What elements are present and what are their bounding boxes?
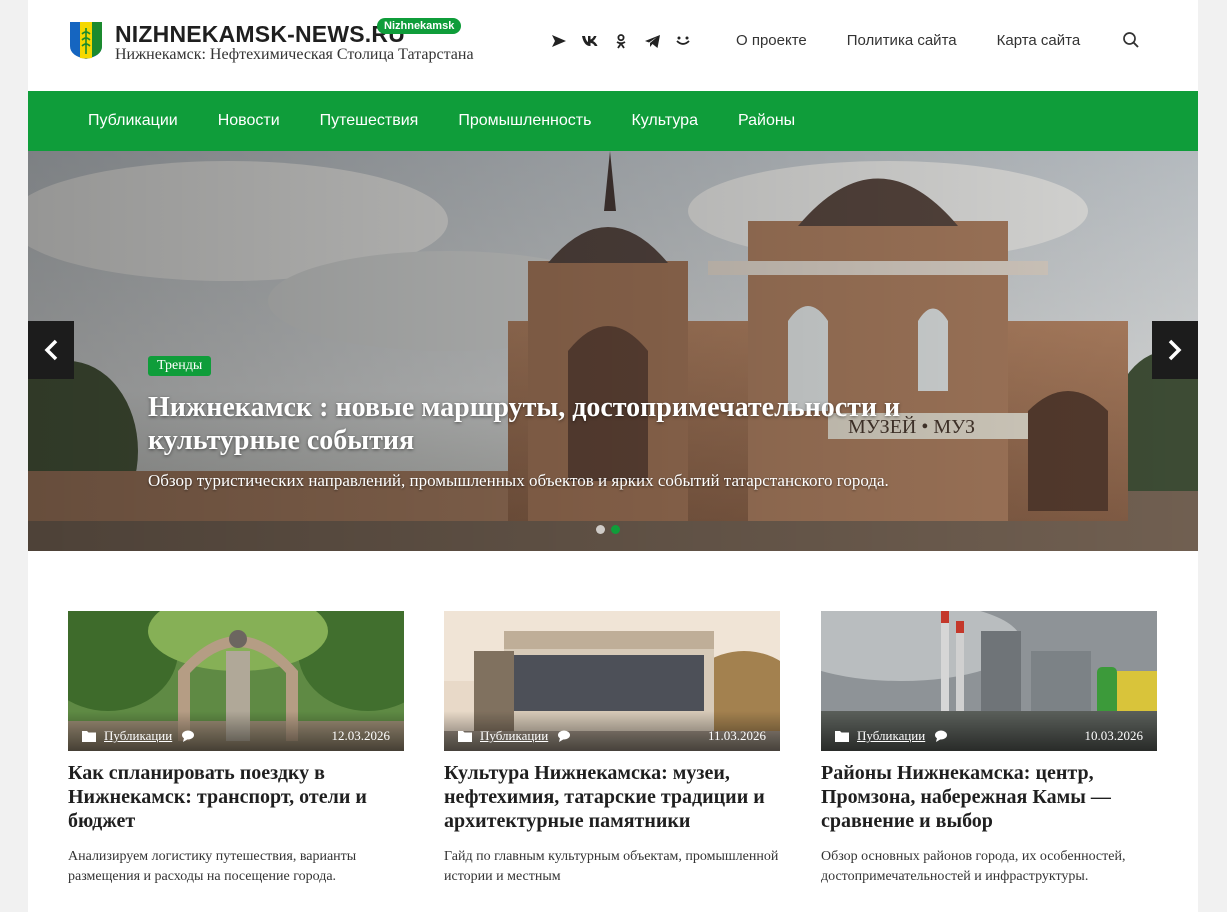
mainnav-travel[interactable]: Путешествия [320,111,419,131]
hero-category-tag[interactable]: Тренды [148,356,212,376]
hero-title[interactable]: Нижнекамск : новые маршруты, достопримеч… [148,391,1028,457]
card-title[interactable]: Районы Нижнекамска: центр, Промзона, наб… [821,761,1157,833]
mainnav-publications[interactable]: Публикации [88,111,178,131]
article-card[interactable]: Публикации 11.03.2026 Культура Нижнекамс… [444,611,780,887]
card-excerpt: Гайд по главным культурным объектам, про… [444,849,779,884]
card-image[interactable]: Публикации 12.03.2026 [68,611,404,751]
card-excerpt: Обзор основных районов города, их особен… [821,849,1126,884]
telegram-icon[interactable] [643,32,661,50]
site-name[interactable]: NIZHNEKAMSK-NEWS.RU [115,20,405,48]
slider-next-button[interactable] [1152,321,1198,379]
top-navigation: О проекте Политика сайта Карта сайта [736,31,1120,51]
card-meta: Публикации 12.03.2026 [68,711,404,751]
folder-icon [458,731,472,742]
hero-subtitle: Обзор туристических направлений, промышл… [148,471,889,490]
smile-icon[interactable] [674,32,692,50]
mainnav-culture[interactable]: Культура [631,111,698,131]
card-title[interactable]: Как спланировать поездку в Нижнекамск: т… [68,761,404,833]
mainnav-news[interactable]: Новости [218,111,280,131]
topnav-sitemap-link[interactable]: Карта сайта [997,31,1081,51]
comments-icon[interactable] [935,730,949,743]
slider-dots [596,525,620,534]
card-date: 12.03.2026 [331,728,391,743]
vk-icon[interactable] [581,32,599,50]
folder-icon [835,731,849,742]
article-card[interactable]: Публикации 12.03.2026 Как спланировать п… [68,611,404,887]
card-category-link[interactable]: Публикации [857,728,925,744]
card-date: 11.03.2026 [707,728,766,743]
folder-icon [82,731,96,742]
card-image[interactable]: Публикации 11.03.2026 [444,611,780,751]
comments-icon[interactable] [558,730,572,743]
chevron-right-icon [1168,339,1182,361]
site-header: NIZHNEKAMSK-NEWS.RU Nizhnekamsk Нижнекам… [28,0,1198,91]
card-meta: Публикации 10.03.2026 [821,711,1157,751]
mainnav-districts[interactable]: Районы [738,111,795,131]
card-category-link[interactable]: Публикации [480,728,548,744]
social-links [550,32,692,50]
slider-dot-active[interactable] [611,525,620,534]
site-badge: Nizhnekamsk [377,18,462,34]
card-date: 10.03.2026 [1084,728,1144,743]
card-image[interactable]: Публикации 10.03.2026 [821,611,1157,751]
slider-prev-button[interactable] [28,321,74,379]
article-card[interactable]: Публикации 10.03.2026 Районы Нижнекамска… [821,611,1157,887]
card-category-link[interactable]: Публикации [104,728,172,744]
hero-slider[interactable]: МУЗЕЙ • МУЗ Тренды Нижнекамск : новые ма… [28,151,1198,551]
search-icon[interactable] [1122,31,1140,49]
chevron-left-icon [44,339,58,361]
topnav-policy-link[interactable]: Политика сайта [847,31,957,51]
mainnav-industry[interactable]: Промышленность [458,111,591,131]
city-emblem-icon[interactable] [68,20,104,60]
page: NIZHNEKAMSK-NEWS.RU Nizhnekamsk Нижнекам… [28,0,1198,912]
slider-dot[interactable] [596,525,605,534]
topnav-about-link[interactable]: О проекте [736,31,807,51]
card-excerpt: Анализируем логистику путешествия, вариа… [68,849,357,884]
card-meta: Публикации 11.03.2026 [444,711,780,751]
comments-icon[interactable] [182,730,196,743]
card-title[interactable]: Культура Нижнекамска: музеи, нефтехимия,… [444,761,780,833]
site-tagline: Нижнекамск: Нефтехимическая Столица Тата… [115,46,474,63]
paper-plane-icon[interactable] [550,32,568,50]
odnoklassniki-icon[interactable] [612,32,630,50]
main-navigation: Публикации Новости Путешествия Промышлен… [28,91,1198,151]
